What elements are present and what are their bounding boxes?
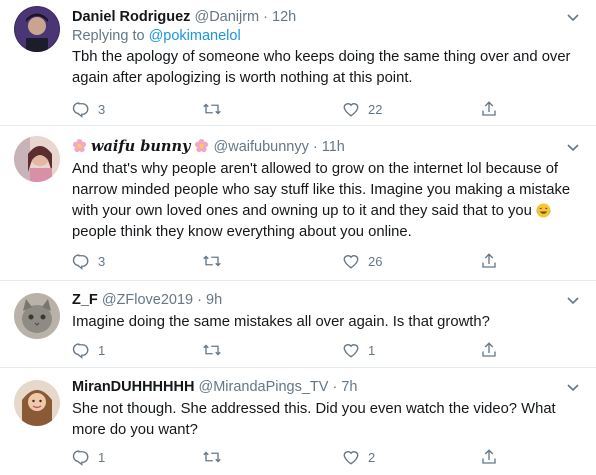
like-button[interactable]: 2 — [342, 446, 375, 468]
timestamp[interactable]: 12h — [272, 9, 296, 25]
caret-down-icon[interactable] — [566, 10, 580, 22]
tweet-text: She not though. She addressed this. Did … — [72, 401, 556, 438]
tweet-actions: 3 26 — [72, 250, 586, 272]
flower-emoji — [72, 138, 87, 153]
share-icon — [482, 342, 496, 357]
like-icon — [343, 451, 359, 465]
share-button[interactable] — [480, 339, 498, 361]
retweet-icon — [203, 255, 221, 267]
like-count: 2 — [368, 449, 376, 465]
separator: · — [259, 9, 273, 25]
display-name[interactable]: Z_F — [72, 292, 98, 308]
share-icon — [482, 449, 496, 464]
retweet-button[interactable] — [202, 98, 230, 120]
separator: · — [328, 379, 342, 395]
reply-count: 3 — [98, 101, 106, 117]
replying-to: Replying to @pokimanelol — [72, 26, 586, 46]
tweet[interactable]: Z_F @ZFlove2019 · 9h Imagine doing the s… — [0, 281, 596, 368]
tweet-header: MiranDUHHHHHH @MirandaPings_TV · 7h — [72, 378, 586, 396]
caret-down-icon[interactable] — [566, 140, 580, 152]
like-button[interactable]: 22 — [342, 98, 382, 120]
avatar[interactable] — [14, 293, 60, 339]
reply-icon — [72, 102, 89, 118]
share-button[interactable] — [480, 250, 498, 272]
avatar[interactable] — [14, 380, 60, 426]
tweet-text: And that's why people aren't allowed to … — [72, 159, 586, 243]
reply-icon — [72, 254, 89, 270]
retweet-button[interactable] — [202, 446, 230, 468]
flower-emoji — [195, 138, 209, 153]
reply-count: 3 — [98, 253, 106, 269]
tweet-text-end: people think they know everything about … — [72, 224, 412, 240]
separator: · — [193, 292, 206, 308]
like-icon — [343, 255, 359, 269]
avatar[interactable] — [14, 6, 60, 52]
tweet-actions: 1 2 — [72, 446, 586, 468]
timestamp[interactable]: 11h — [322, 139, 345, 155]
display-name[interactable]: waifu bunny — [91, 138, 190, 155]
replying-to-prefix: Replying to — [72, 28, 149, 44]
tweet-actions: 3 22 — [72, 98, 586, 120]
tweet-content: waifu bunny @waifubunnyy · 11h And that'… — [72, 138, 586, 243]
reply-icon — [72, 343, 89, 359]
like-button[interactable]: 1 — [342, 339, 375, 361]
tweet[interactable]: MiranDUHHHHHH @MirandaPings_TV · 7h She … — [0, 368, 596, 475]
retweet-icon — [203, 344, 221, 356]
user-handle[interactable]: @ZFlove2019 — [102, 292, 193, 308]
caret-down-icon[interactable] — [566, 293, 580, 305]
separator: · — [308, 139, 322, 155]
retweet-button[interactable] — [202, 339, 230, 361]
retweet-button[interactable] — [202, 250, 230, 272]
timestamp[interactable]: 9h — [206, 292, 222, 308]
tweet[interactable]: Daniel Rodriguez @Danijrm · 12h Replying… — [0, 0, 596, 126]
reply-count: 1 — [98, 449, 106, 465]
share-button[interactable] — [480, 446, 498, 468]
tweet-actions: 1 1 — [72, 339, 586, 361]
like-count: 1 — [368, 342, 376, 358]
share-button[interactable] — [480, 98, 498, 120]
like-button[interactable]: 26 — [342, 250, 382, 272]
reply-button[interactable]: 1 — [72, 339, 105, 361]
reply-icon — [72, 450, 89, 466]
tweet-content: MiranDUHHHHHH @MirandaPings_TV · 7h She … — [72, 378, 586, 441]
reply-count: 1 — [98, 342, 106, 358]
tweet-text: Tbh the apology of someone who keeps doi… — [72, 49, 571, 86]
reply-button[interactable]: 1 — [72, 446, 105, 468]
user-handle[interactable]: @MirandaPings_TV — [198, 379, 328, 395]
display-name[interactable]: MiranDUHHHHHH — [72, 379, 194, 395]
retweet-icon — [203, 451, 221, 463]
display-name[interactable]: Daniel Rodriguez — [72, 9, 190, 25]
share-icon — [482, 253, 496, 268]
like-icon — [343, 103, 359, 117]
laughing-tears-emoji — [536, 203, 551, 218]
tweet-content: Z_F @ZFlove2019 · 9h Imagine doing the s… — [72, 291, 586, 333]
reply-button[interactable]: 3 — [72, 250, 105, 272]
replying-to-link[interactable]: @pokimanelol — [149, 28, 241, 44]
tweet-text: Imagine doing the same mistakes all over… — [72, 314, 490, 330]
tweet-content: Daniel Rodriguez @Danijrm · 12h Replying… — [72, 8, 586, 89]
timestamp[interactable]: 7h — [341, 379, 357, 395]
caret-down-icon[interactable] — [566, 380, 580, 392]
user-handle[interactable]: @Danijrm — [194, 9, 259, 25]
like-count: 22 — [368, 101, 383, 117]
avatar[interactable] — [14, 136, 60, 182]
reply-button[interactable]: 3 — [72, 98, 105, 120]
tweet-header: waifu bunny @waifubunnyy · 11h — [72, 138, 586, 156]
user-handle[interactable]: @waifubunnyy — [214, 139, 309, 155]
like-count: 26 — [368, 253, 383, 269]
tweet[interactable]: waifu bunny @waifubunnyy · 11h And that'… — [0, 126, 596, 281]
tweet-header: Daniel Rodriguez @Danijrm · 12h — [72, 8, 586, 26]
tweet-text-main: And that's why people aren't allowed to … — [72, 161, 571, 219]
tweet-header: Z_F @ZFlove2019 · 9h — [72, 291, 586, 309]
like-icon — [343, 344, 359, 358]
retweet-icon — [203, 103, 221, 115]
share-icon — [482, 101, 496, 116]
